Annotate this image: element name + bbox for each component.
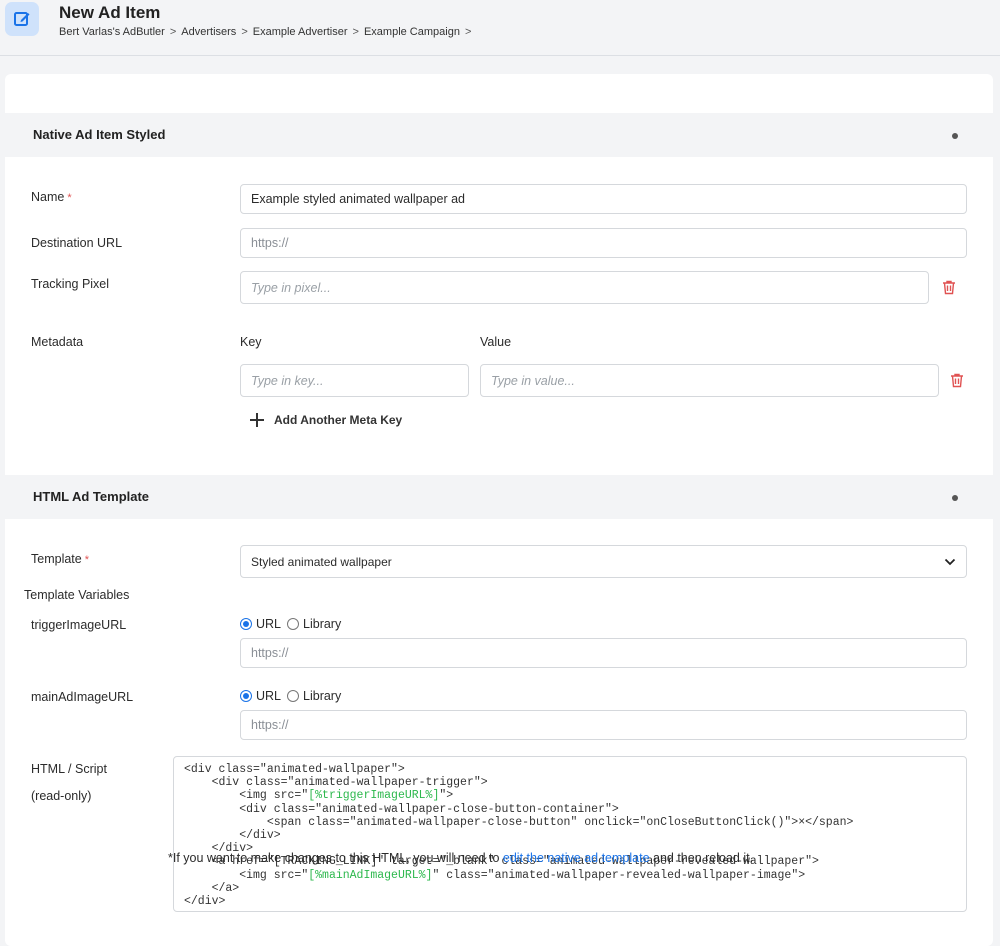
- code-line: <span class="animated-wallpaper-close-bu…: [184, 816, 956, 829]
- code-line: <img src="[%triggerImageURL%]">: [184, 789, 956, 802]
- add-meta-key-button[interactable]: Add Another Meta Key: [248, 411, 402, 429]
- trigger-image-source-radio-group: URL Library: [240, 617, 347, 631]
- name-label: Name *: [31, 190, 72, 204]
- template-variable-token: [%mainAdImageURL%]: [308, 868, 433, 882]
- edit-native-template-link[interactable]: edit the native ad template: [503, 851, 650, 865]
- code-text: <span class="animated-wallpaper-close-bu…: [184, 815, 854, 829]
- radio-button[interactable]: [287, 618, 300, 630]
- code-line: </a>: [184, 882, 956, 895]
- edit-icon: [5, 2, 39, 36]
- code-line: </div>: [184, 895, 956, 908]
- code-line: <div class="animated-wallpaper-close-but…: [184, 803, 956, 816]
- template-label: Template *: [31, 552, 90, 566]
- note-text: *If you want to make changes to this HTM…: [168, 851, 503, 865]
- trash-icon[interactable]: [949, 372, 965, 388]
- radio-label: URL: [256, 617, 282, 631]
- collapse-dot-icon[interactable]: [952, 495, 958, 501]
- template-select[interactable]: Styled animated wallpaper: [240, 545, 967, 578]
- code-text: </div>: [184, 895, 226, 909]
- main-ad-image-source-radio-group: URL Library: [240, 689, 347, 703]
- radio-url-option[interactable]: URL: [240, 617, 281, 631]
- code-line: <div class="animated-wallpaper-trigger">: [184, 776, 956, 789]
- main-ad-image-url-label: mainAdImageURL: [31, 690, 134, 704]
- edit-template-note: *If you want to make changes to this HTM…: [168, 851, 753, 865]
- tracking-pixel-input[interactable]: [240, 271, 929, 304]
- section-title: Native Ad Item Styled: [33, 127, 166, 142]
- breadcrumb-item[interactable]: Example Advertiser: [253, 26, 348, 38]
- tracking-pixel-label: Tracking Pixel: [31, 277, 110, 291]
- trigger-image-url-label: triggerImageURL: [31, 618, 127, 632]
- destination-url-label: Destination URL: [31, 236, 123, 250]
- native-section-header[interactable]: Native Ad Item Styled: [5, 113, 993, 157]
- trash-icon[interactable]: [941, 279, 957, 295]
- plus-icon: [250, 413, 264, 427]
- page-title: New Ad Item: [59, 3, 161, 22]
- value-header: Value: [480, 335, 512, 349]
- section-title: HTML Ad Template: [33, 489, 150, 504]
- template-variable-token: [%triggerImageURL%]: [308, 789, 440, 803]
- breadcrumb-separator: >: [169, 26, 177, 38]
- html-section-header[interactable]: HTML Ad Template: [5, 475, 993, 519]
- required-mark: *: [84, 554, 90, 566]
- radio-label: Library: [303, 689, 342, 703]
- trigger-image-url-input[interactable]: [240, 638, 967, 668]
- radio-button[interactable]: [287, 690, 300, 702]
- form-card: Native Ad Item Styled Name* Destination …: [5, 74, 993, 946]
- key-header: Key: [240, 335, 262, 349]
- code-text: <div class="animated-wallpaper">: [184, 763, 405, 776]
- code-text: " class="animated-wallpaper-revealed-wal…: [432, 868, 806, 882]
- add-meta-key-label: Add Another Meta Key: [274, 413, 403, 427]
- code-line: </div>: [184, 829, 956, 842]
- metadata-key-input[interactable]: [240, 364, 469, 397]
- radio-library-option[interactable]: Library: [287, 617, 341, 631]
- code-text: </a>: [184, 881, 240, 895]
- code-line: <img src="[%mainAdImageURL%]" class="ani…: [184, 869, 956, 882]
- breadcrumb: Bert Varlas's AdButler > Advertisers > Examp…: [59, 26, 476, 38]
- html-script-label: HTML / Script: [31, 762, 107, 776]
- radio-url-option[interactable]: URL: [240, 689, 281, 703]
- destination-url-input[interactable]: [240, 228, 967, 258]
- breadcrumb-separator: >: [241, 26, 248, 38]
- top-bar: New Ad Item Bert Varlas's AdButler > Adver…: [0, 0, 1000, 56]
- breadcrumb-item[interactable]: Example Campaign: [364, 26, 460, 38]
- code-text: <img src=": [184, 868, 309, 882]
- required-mark: *: [67, 192, 72, 204]
- breadcrumb-separator: >: [464, 26, 472, 38]
- metadata-label: Metadata: [31, 335, 84, 349]
- radio-label: URL: [256, 689, 282, 703]
- collapse-dot-icon[interactable]: [952, 133, 958, 139]
- radio-button[interactable]: [240, 690, 252, 702]
- chevron-down-icon: [944, 558, 956, 565]
- breadcrumb-item[interactable]: Advertisers: [181, 26, 236, 38]
- radio-library-option[interactable]: Library: [287, 689, 341, 703]
- code-text: <img src=": [184, 789, 309, 803]
- breadcrumb-separator: >: [352, 26, 359, 38]
- code-text: </div>: [184, 829, 281, 843]
- read-only-label: (read-only): [31, 789, 92, 803]
- main-ad-image-url-input[interactable]: [240, 710, 967, 740]
- template-selected-value: Styled animated wallpaper: [251, 554, 392, 569]
- breadcrumb-item[interactable]: Bert Varlas's AdButler: [59, 26, 165, 38]
- html-script-code-box[interactable]: <div class="animated-wallpaper"> <div cl…: [173, 756, 967, 912]
- template-variables-label: Template Variables: [24, 588, 130, 602]
- name-input[interactable]: [240, 184, 967, 214]
- radio-button[interactable]: [240, 618, 252, 630]
- metadata-value-input[interactable]: [480, 364, 939, 397]
- code-text: <div class="animated-wallpaper-close-but…: [184, 802, 619, 816]
- code-line: <div class="animated-wallpaper">: [184, 763, 956, 776]
- radio-label: Library: [303, 617, 342, 631]
- code-text: <div class="animated-wallpaper-trigger">: [184, 776, 488, 790]
- code-text: ">: [439, 789, 454, 803]
- note-text: and then reload it.: [649, 851, 754, 865]
